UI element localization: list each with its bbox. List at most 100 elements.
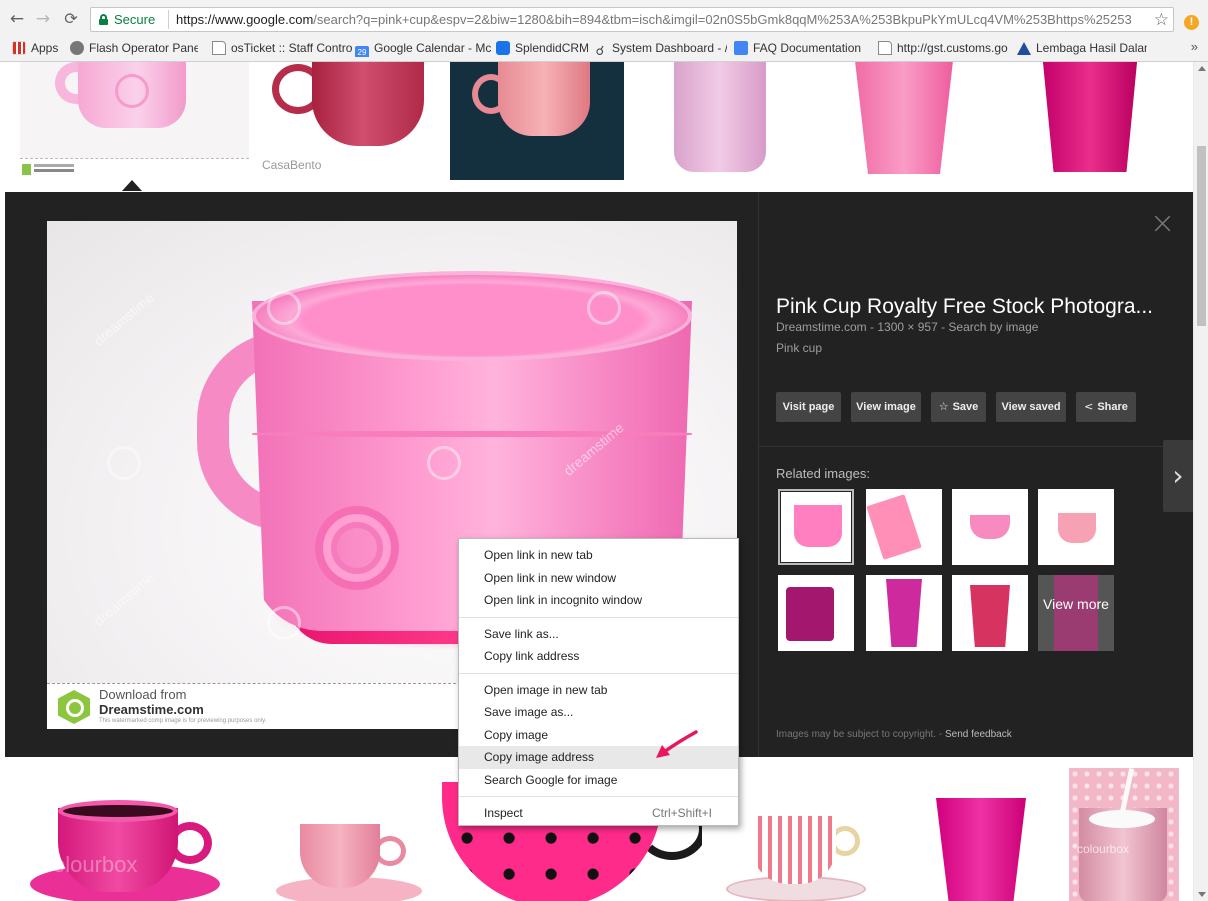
menu-inspect-shortcut: Ctrl+Shift+I	[651, 806, 712, 820]
scroll-down-icon[interactable]	[1198, 892, 1206, 897]
scrollbar-thumb[interactable]	[1197, 146, 1206, 326]
bookmark-flash-operator[interactable]: Flash Operator Panel	[70, 39, 198, 57]
next-image-button[interactable]: ›	[1163, 440, 1193, 512]
bookmark-label: System Dashboard - /	[612, 41, 727, 55]
page-scrollbar[interactable]	[1193, 62, 1208, 901]
related-image[interactable]	[778, 575, 854, 651]
menu-separator	[459, 616, 738, 618]
cup-body	[936, 798, 1026, 901]
watermark-swirl-icon	[267, 606, 301, 640]
result-thumbnail[interactable]	[840, 62, 968, 180]
lock-icon	[99, 14, 108, 25]
secure-label: Secure	[114, 12, 156, 27]
result-thumbnail[interactable]	[1028, 62, 1156, 180]
save-button[interactable]: ☆ Save	[931, 392, 986, 422]
bookmark-label: FAQ Documentation	[753, 41, 862, 55]
bookmark-label: Google Calendar - Mc	[374, 41, 492, 55]
result-thumbnail[interactable]	[20, 62, 249, 180]
url-text[interactable]: https://www.google.com/search?q=pink+cup…	[176, 12, 1132, 27]
forward-button[interactable]: →	[32, 8, 54, 30]
result-thumbnail[interactable]: colourbox	[1069, 768, 1179, 901]
crm-icon	[496, 41, 510, 55]
result-thumbnail[interactable]	[650, 62, 792, 180]
bookmark-faq-documentation[interactable]: FAQ Documentation	[734, 39, 865, 57]
menu-copy-link-address[interactable]: Copy link address	[459, 645, 738, 668]
result-thumbnail[interactable]	[936, 798, 1026, 901]
menu-search-google-for-image[interactable]: Search Google for image	[459, 769, 738, 792]
bookmark-osticket[interactable]: osTicket :: Staff Contro	[212, 39, 352, 57]
result-thumbnail[interactable]	[450, 62, 624, 180]
divider	[759, 446, 1164, 447]
watermark-text: colourbox	[42, 852, 138, 877]
view-more-label: View more	[1043, 596, 1109, 612]
bookmark-star-icon[interactable]: ☆	[1154, 10, 1169, 30]
view-saved-button[interactable]: View saved	[996, 392, 1066, 422]
context-menu: Open link in new tab Open link in new wi…	[458, 538, 739, 826]
cup-body	[752, 816, 836, 884]
bookmark-label: SplendidCRM	[515, 41, 590, 55]
bookmark-splendidcrm[interactable]: SplendidCRM	[496, 39, 596, 57]
related-images-label: Related images:	[776, 466, 870, 481]
star-icon: ☆	[938, 400, 949, 413]
menu-save-image-as[interactable]: Save image as...	[459, 701, 738, 724]
bookmark-lembaga-hasil-dalam[interactable]: Lembaga Hasil Dalam	[1017, 39, 1147, 57]
cup-rim	[58, 800, 178, 822]
reload-button[interactable]: ⟳	[60, 8, 82, 30]
copyright-notice: Images may be subject to copyright. - Se…	[776, 729, 1012, 740]
url-path: /search?q=pink+cup&espv=2&biw=1280&bih=8…	[313, 12, 1132, 27]
menu-open-link-new-tab[interactable]: Open link in new tab	[459, 544, 738, 567]
visit-page-button[interactable]: Visit page	[776, 392, 841, 422]
bookmark-system-dashboard[interactable]: ☌ System Dashboard - /	[593, 39, 727, 57]
thumbnail-footer	[20, 158, 249, 180]
extension-alert-icon[interactable]: !	[1184, 15, 1199, 30]
share-icon: <	[1084, 400, 1094, 413]
watermark-swirl-icon	[427, 446, 461, 480]
related-image[interactable]	[952, 489, 1028, 565]
cup-body	[312, 62, 424, 146]
view-image-button[interactable]: View image	[851, 392, 921, 422]
bookmark-gst-customs[interactable]: http://gst.customs.go	[878, 39, 1008, 57]
bookmark-label: Flash Operator Panel	[89, 41, 198, 55]
menu-inspect-label: Inspect	[484, 806, 523, 820]
related-image[interactable]	[778, 489, 854, 565]
menu-open-link-new-window[interactable]: Open link in new window	[459, 567, 738, 590]
menu-separator	[459, 796, 738, 797]
browser-chrome: ← → ⟳ Secure https://www.google.com/sear…	[0, 0, 1208, 62]
cup-body	[674, 62, 766, 172]
menu-inspect[interactable]: Inspect Ctrl+Shift+I	[459, 802, 738, 825]
result-thumbnail[interactable]	[270, 802, 430, 901]
scroll-up-icon[interactable]	[1198, 66, 1206, 71]
watermark-swirl-icon	[107, 446, 141, 480]
bookmarks-bar: Apps Flash Operator Panel osTicket :: St…	[0, 37, 1208, 59]
result-thumbnail[interactable]	[726, 812, 876, 901]
annotation-arrow-icon	[656, 730, 698, 758]
menu-save-link-as[interactable]: Save link as...	[459, 623, 738, 646]
related-image[interactable]	[952, 575, 1028, 651]
flash-operator-icon	[70, 41, 84, 55]
send-feedback-link[interactable]: Send feedback	[945, 729, 1012, 740]
address-bar[interactable]: Secure https://www.google.com/search?q=p…	[90, 7, 1174, 32]
address-row: ← → ⟳ Secure https://www.google.com/sear…	[0, 6, 1208, 34]
related-image[interactable]	[1038, 489, 1114, 565]
watermark-text: dreamstime	[90, 569, 157, 629]
bookmark-google-calendar[interactable]: 29 Google Calendar - Mc	[355, 39, 492, 57]
back-button[interactable]: ←	[6, 8, 28, 30]
cup-rim	[252, 271, 692, 361]
image-meta[interactable]: Dreamstime.com - 1300 × 957 - Search by …	[776, 320, 1038, 334]
related-image[interactable]	[866, 489, 942, 565]
related-image[interactable]	[866, 575, 942, 651]
cup-flower	[315, 506, 399, 590]
document-icon	[734, 41, 748, 55]
share-button[interactable]: < Share	[1076, 392, 1136, 422]
result-thumbnail[interactable]: colourbox	[30, 772, 230, 901]
bookmark-apps[interactable]: Apps	[12, 39, 62, 57]
image-title[interactable]: Pink Cup Royalty Free Stock Photogra...	[776, 295, 1153, 319]
menu-open-image-new-tab[interactable]: Open image in new tab	[459, 679, 738, 702]
image-description: Pink cup	[776, 341, 823, 355]
result-thumbnail[interactable]: CasaBento	[252, 62, 446, 180]
copyright-text: Images may be subject to copyright.	[776, 729, 937, 740]
close-viewer-button[interactable]: ×	[1150, 209, 1175, 239]
bookmarks-overflow-button[interactable]: »	[1191, 39, 1198, 54]
menu-open-link-incognito[interactable]: Open link in incognito window	[459, 589, 738, 612]
view-more-button[interactable]: View more	[1038, 575, 1114, 651]
